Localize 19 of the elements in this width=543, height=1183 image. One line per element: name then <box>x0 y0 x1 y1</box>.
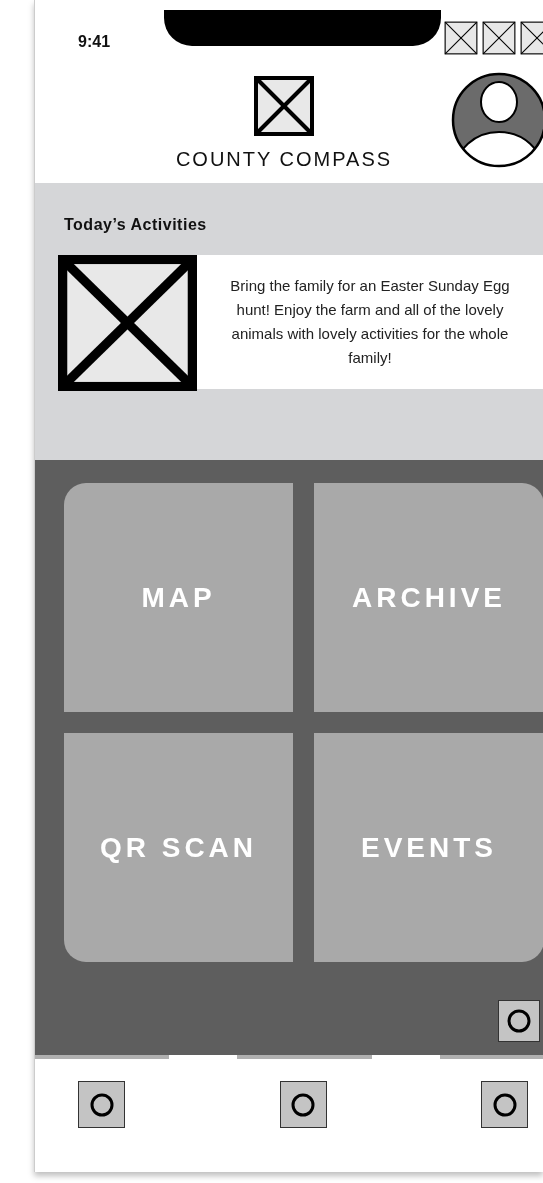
section-heading: Today’s Activities <box>64 215 208 235</box>
status-icon <box>482 21 516 55</box>
menu-tile[interactable]: MAP <box>64 483 293 712</box>
circle-button[interactable] <box>78 1081 125 1128</box>
circle-button[interactable] <box>498 1000 540 1042</box>
circle-button[interactable] <box>279 1081 327 1128</box>
circle-icon <box>491 1091 518 1118</box>
menu-tile[interactable]: EVENTS <box>314 733 543 962</box>
logo-icon <box>254 76 314 136</box>
circle-icon <box>506 1008 532 1034</box>
status-time: 9:41 <box>78 32 111 52</box>
menu-tile[interactable]: ARCHIVE <box>314 483 543 712</box>
circle-icon <box>290 1091 316 1118</box>
menu-tile[interactable]: QR SCAN <box>64 733 293 962</box>
status-icon <box>444 21 478 55</box>
activity-description: Bring the family for an Easter Sunday Egg hunt! Enjoy the farm and all of the lovely animals with lovely activities for the whole family! <box>229 276 511 368</box>
circle-button[interactable] <box>481 1081 528 1128</box>
circle-icon <box>88 1091 115 1118</box>
app-title: COUNTY COMPASS <box>175 147 393 172</box>
